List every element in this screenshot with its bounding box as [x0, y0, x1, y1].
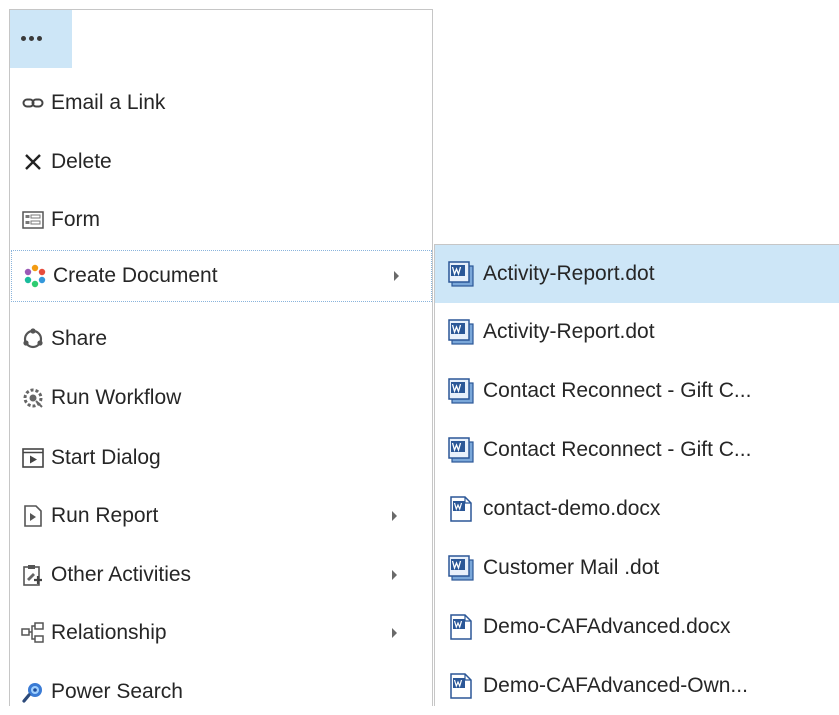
menu-item-label: Start Dialog — [51, 446, 161, 469]
menu-item-run-workflow[interactable]: Run Workflow — [10, 378, 432, 418]
more-options-button[interactable] — [10, 10, 72, 68]
menu-item-label: Relationship — [51, 621, 167, 644]
submenu-item-label: Demo-CAFAdvanced.docx — [483, 615, 731, 638]
menu-item-create-document[interactable]: Create Document — [11, 250, 432, 302]
delete-x-icon — [21, 150, 45, 174]
workflow-icon — [21, 386, 45, 410]
menu-item-label: Form — [51, 208, 100, 231]
word-template-icon — [447, 377, 475, 405]
context-menu: Email a Link Delete Form Create Document — [9, 9, 433, 706]
word-template-icon — [447, 554, 475, 582]
menu-item-delete[interactable]: Delete — [10, 142, 432, 182]
report-icon — [21, 504, 45, 528]
word-template-icon — [447, 260, 475, 288]
create-document-submenu: Activity-Report.dot Activity-Report.dot … — [434, 244, 839, 706]
submenu-item-label: contact-demo.docx — [483, 497, 661, 520]
submenu-item-activity-report-dot[interactable]: Activity-Report.dot — [435, 245, 839, 303]
submenu-item-contact-reconnect-gift[interactable]: Contact Reconnect - Gift C... — [435, 421, 839, 479]
word-document-icon — [447, 613, 475, 641]
create-document-icon — [23, 264, 47, 288]
word-document-icon — [447, 495, 475, 523]
menu-item-label: Run Workflow — [51, 386, 182, 409]
menu-item-email-a-link[interactable]: Email a Link — [10, 83, 432, 123]
submenu-item-label: Contact Reconnect - Gift C... — [483, 379, 752, 402]
word-template-icon — [447, 318, 475, 346]
menu-item-label: Power Search — [51, 680, 183, 703]
menu-item-label: Delete — [51, 150, 112, 173]
share-icon — [21, 327, 45, 351]
submenu-item-label: Demo-CAFAdvanced-Own... — [483, 674, 748, 697]
menu-item-start-dialog[interactable]: Start Dialog — [10, 438, 432, 478]
word-template-icon — [447, 436, 475, 464]
submenu-item-customer-mail-dot[interactable]: Customer Mail .dot — [435, 539, 839, 597]
word-document-icon — [447, 672, 475, 700]
submenu-arrow-icon — [392, 628, 397, 638]
menu-item-relationship[interactable]: Relationship — [10, 613, 432, 653]
menu-item-run-report[interactable]: Run Report — [10, 496, 432, 536]
menu-item-form[interactable]: Form — [10, 200, 432, 240]
link-icon — [21, 91, 45, 115]
start-dialog-icon — [21, 446, 45, 470]
submenu-item-demo-cafadvanced-own[interactable]: Demo-CAFAdvanced-Own... — [435, 657, 839, 715]
submenu-item-contact-demo-docx[interactable]: contact-demo.docx — [435, 480, 839, 538]
menu-item-share[interactable]: Share — [10, 319, 432, 359]
submenu-item-activity-report-dot[interactable]: Activity-Report.dot — [435, 303, 839, 361]
other-activities-icon — [21, 563, 45, 587]
menu-item-power-search[interactable]: Power Search — [10, 672, 432, 712]
menu-item-label: Create Document — [53, 264, 218, 287]
menu-item-label: Email a Link — [51, 91, 166, 114]
submenu-item-label: Activity-Report.dot — [483, 262, 655, 285]
menu-item-label: Share — [51, 327, 108, 350]
submenu-arrow-icon — [392, 511, 397, 521]
menu-item-other-activities[interactable]: Other Activities — [10, 555, 432, 595]
ellipsis-icon — [21, 36, 42, 41]
submenu-item-label: Contact Reconnect - Gift C... — [483, 438, 752, 461]
submenu-item-label: Customer Mail .dot — [483, 556, 660, 579]
submenu-arrow-icon — [394, 271, 399, 281]
menu-item-label: Other Activities — [51, 563, 192, 586]
submenu-item-label: Activity-Report.dot — [483, 320, 655, 343]
submenu-arrow-icon — [392, 570, 397, 580]
power-search-icon — [21, 680, 45, 704]
submenu-item-contact-reconnect-gift[interactable]: Contact Reconnect - Gift C... — [435, 362, 839, 420]
form-icon — [21, 208, 45, 232]
submenu-item-demo-cafadvanced-docx[interactable]: Demo-CAFAdvanced.docx — [435, 598, 839, 656]
relationship-icon — [21, 621, 45, 645]
menu-item-label: Run Report — [51, 504, 159, 527]
